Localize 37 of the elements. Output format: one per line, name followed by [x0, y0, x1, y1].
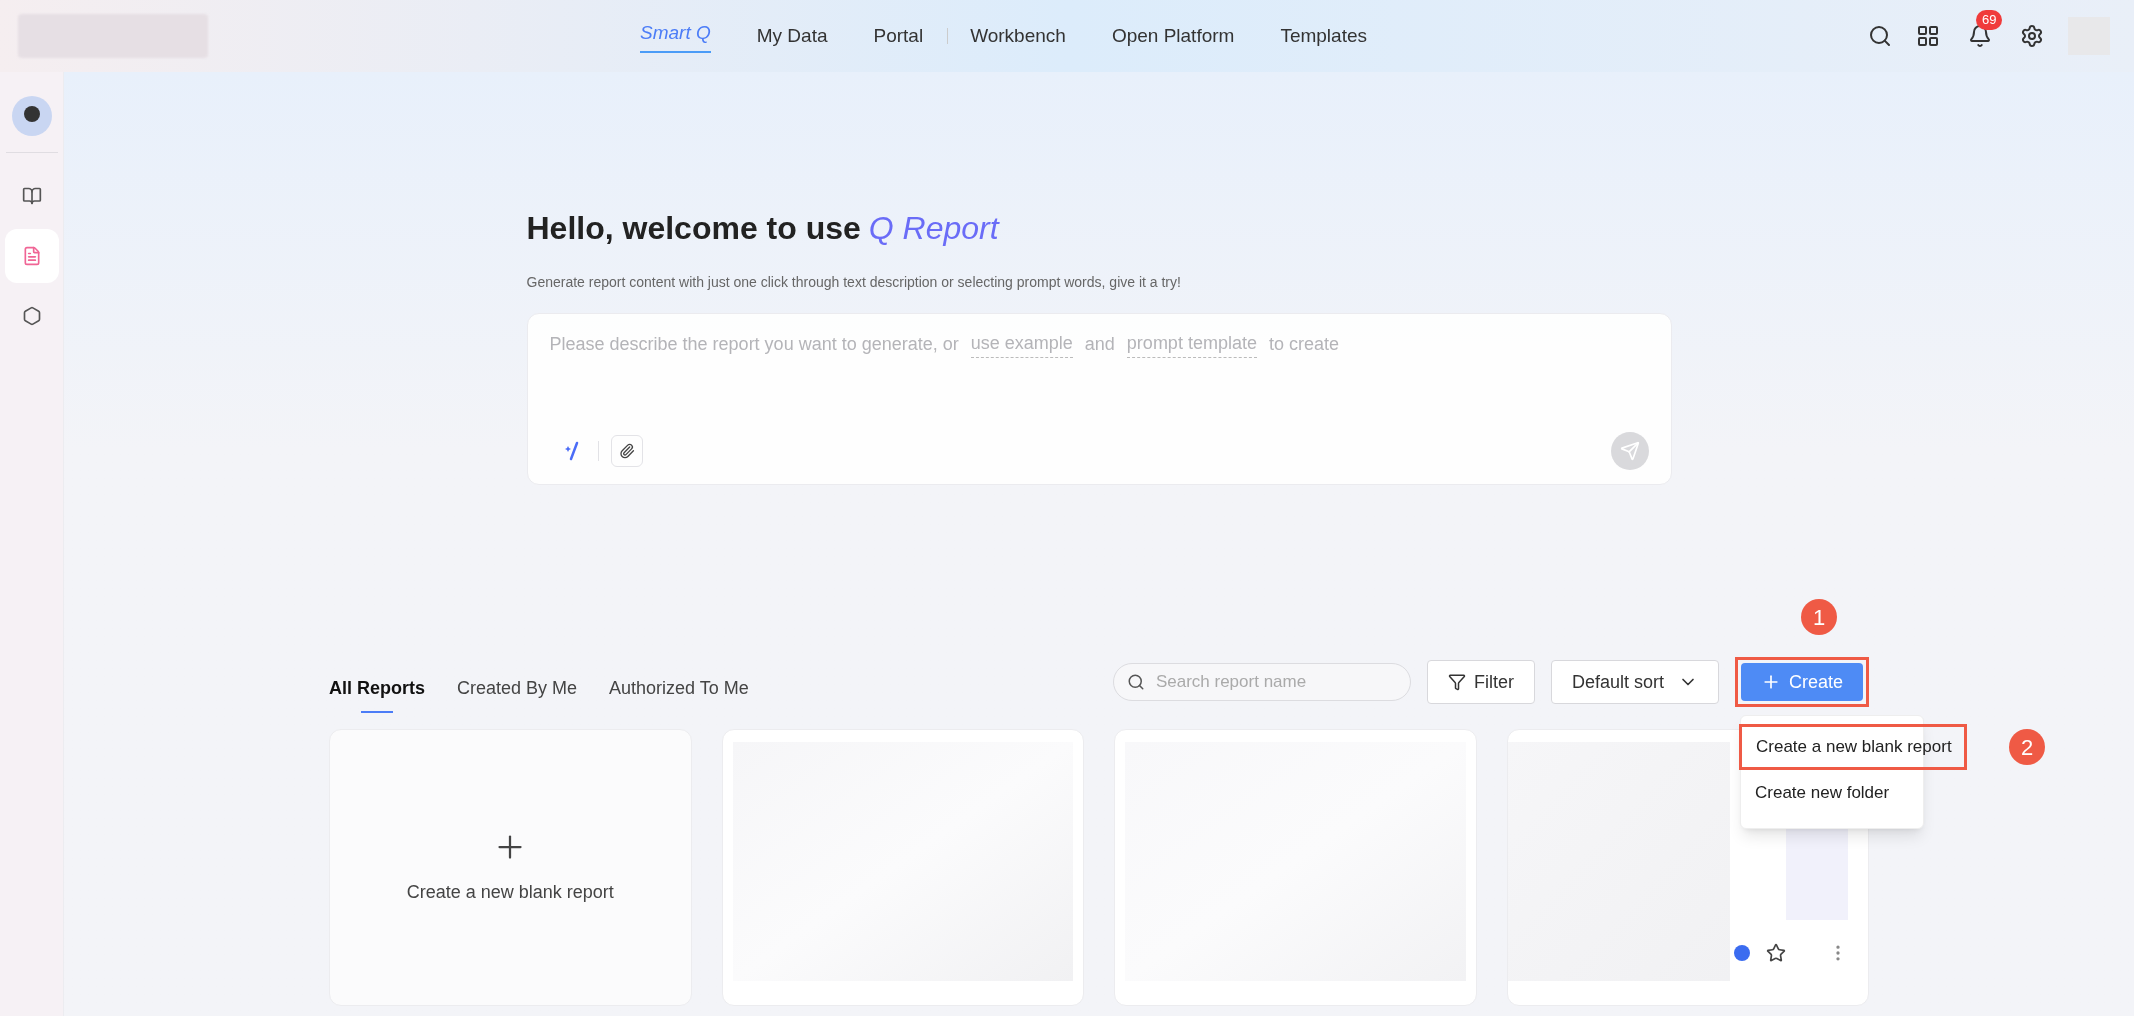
welcome-title: Hello, welcome to use [526, 209, 861, 248]
settings-icon[interactable] [2020, 24, 2044, 48]
menu-item[interactable]: Create a new blank report [1739, 724, 1967, 770]
sort-dropdown[interactable]: Default sort [1550, 660, 1719, 704]
paperclip-icon [618, 443, 635, 459]
nav-tab[interactable]: Templates [1280, 21, 1367, 51]
search-icon [1126, 673, 1145, 691]
report-tab[interactable]: Created By Me [457, 651, 578, 713]
nav-tab[interactable]: My Data [756, 21, 828, 51]
notification-count: 69 [1976, 10, 2003, 30]
menu-item[interactable]: Create new folder [1741, 770, 1904, 816]
brand-name: Q Report [868, 209, 999, 248]
subtitle: Generate report content with just one click through text description or selecting prompt words, give it a try! [526, 273, 1182, 292]
filter-button[interactable]: Filter [1426, 660, 1535, 704]
send-icon [1619, 441, 1640, 461]
filter-icon [1447, 673, 1466, 691]
placeholder-text: Please describe the report you want to generate, or [549, 332, 959, 356]
placeholder-text: to create [1268, 332, 1339, 356]
attach-button[interactable] [610, 435, 643, 467]
new-report-card[interactable]: Create a new blank report [329, 729, 692, 1006]
user-avatar[interactable] [11, 96, 52, 136]
book-icon [21, 186, 42, 206]
apps-grid-icon[interactable] [1916, 24, 1940, 48]
star-icon[interactable] [1765, 943, 1786, 963]
step-marker: 2 [2009, 729, 2045, 765]
step-marker: 1 [1801, 599, 1837, 635]
search-icon[interactable] [1868, 24, 1892, 48]
nav-tab[interactable]: Workbench [970, 21, 1066, 51]
report-tab[interactable]: Authorized To Me [609, 651, 749, 713]
placeholder-text: and [1084, 332, 1115, 356]
nav-tab[interactable]: Open Platform [1111, 21, 1235, 51]
card-label: Create a new blank report [406, 881, 614, 904]
sidebar-item[interactable] [4, 229, 59, 283]
nav-tab[interactable]: Portal [873, 21, 924, 51]
bell-icon[interactable] [1968, 24, 1992, 48]
report-tab[interactable]: All Reports [329, 651, 425, 713]
search-field[interactable]: Search report name [1112, 663, 1411, 701]
